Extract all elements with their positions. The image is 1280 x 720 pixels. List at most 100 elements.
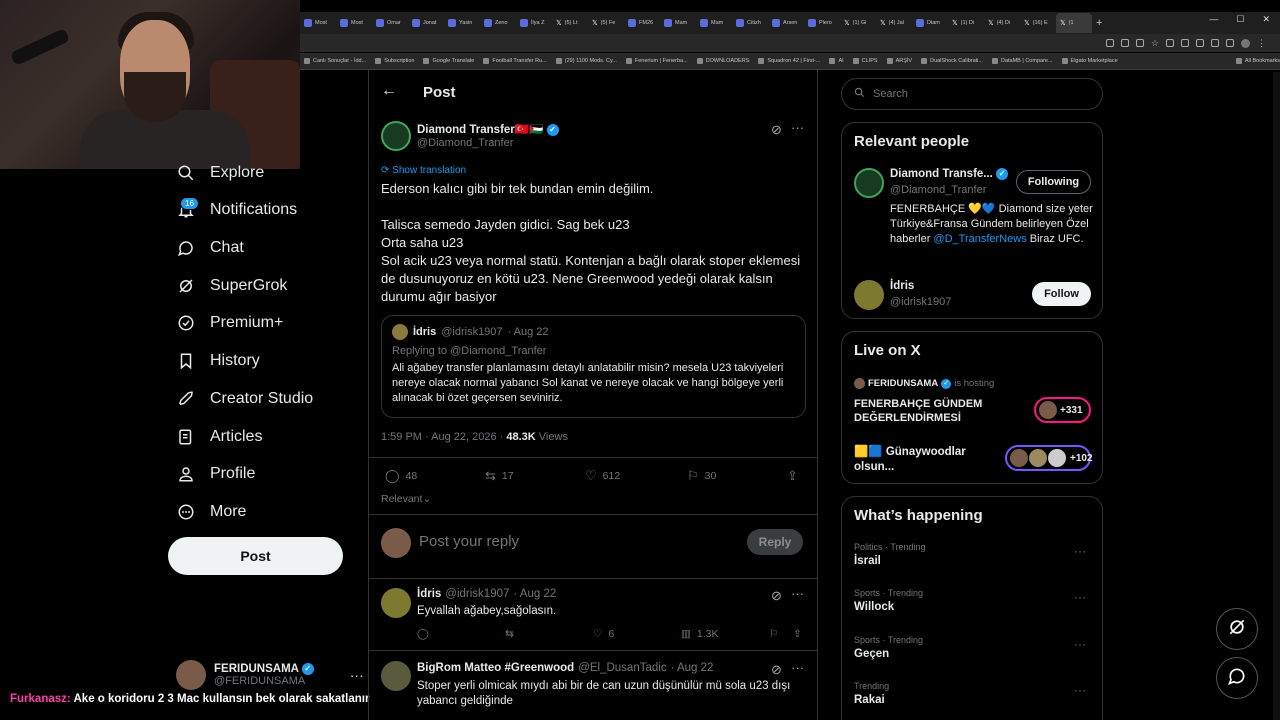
nav-creator-studio[interactable]: Creator Studio [176, 386, 313, 412]
author-handle[interactable]: @Diamond_Tranfer [417, 137, 513, 149]
nav-history[interactable]: History [176, 348, 260, 374]
live-title[interactable]: FENERBAHÇE GÜNDEM DEĞERLENDİRMESİ [854, 397, 1004, 425]
star-icon[interactable]: ☆ [1151, 38, 1159, 49]
author-name[interactable]: Diamond Transfer🇹🇷🇵🇸 [417, 124, 543, 136]
browser-tab[interactable]: Omar [372, 13, 408, 33]
browser-tab[interactable]: 𝕏 (1) Gi [840, 13, 876, 33]
live-title[interactable]: 🟨🟦 Günaywoodlar olsun... [854, 445, 994, 475]
bookmark-item[interactable]: DataMB | Compare... [991, 58, 1053, 64]
more-dots-icon[interactable]: ··· [1074, 590, 1086, 604]
like-action[interactable]: ♡ 612 [585, 468, 620, 484]
browser-tab[interactable]: Plero [804, 13, 840, 33]
browser-tab[interactable]: 𝕏 (4) Jal [876, 13, 912, 33]
quoted-post[interactable]: İdris @idrisk1907 · Aug 22 Replying to @… [381, 315, 806, 418]
person-name[interactable]: İdris [890, 280, 914, 292]
browser-tab[interactable]: Diam [912, 13, 948, 33]
bookmark-item[interactable]: Canlı Sonuçlar - İdd... [304, 58, 366, 64]
browser-tab[interactable]: Most [300, 13, 336, 33]
puzzle-icon[interactable] [1211, 39, 1219, 47]
bookmark-item[interactable]: DOWNLOADERS [696, 58, 749, 64]
scrollbar[interactable] [1273, 72, 1280, 720]
browser-tab[interactable]: 𝕏 (1) Di [948, 13, 984, 33]
more-dots-icon[interactable]: ··· [1074, 544, 1086, 558]
browser-tab[interactable]: FM26 [624, 13, 660, 33]
menu-icon[interactable]: ⋮ [1257, 38, 1266, 49]
live-listeners[interactable]: +331 [1034, 397, 1091, 423]
share-action[interactable]: ⇪ [787, 468, 798, 484]
bookmark-item[interactable]: DualShock Calibrati... [921, 58, 983, 64]
maximize-icon[interactable]: ☐ [1236, 14, 1244, 25]
repost-action[interactable]: ⇆ [505, 628, 514, 640]
extension-icon[interactable] [1226, 39, 1234, 47]
nav-chat[interactable]: Chat [176, 235, 244, 261]
avatar[interactable] [381, 661, 411, 691]
post-button[interactable]: Post [168, 537, 343, 575]
show-translation-link[interactable]: ⟳ Show translation [381, 165, 466, 176]
browser-tab[interactable]: 𝕏 (4) Di [984, 13, 1020, 33]
messages-fab-button[interactable] [1216, 657, 1258, 699]
grok-icon[interactable]: ⊘ [771, 588, 782, 604]
browser-tab[interactable]: 𝕏 (1 [1056, 13, 1092, 33]
account-switcher[interactable]: FERIDUNSAMA ✓ @FERIDUNSAMA ··· [176, 660, 364, 690]
person-name[interactable]: Diamond Transfe... [890, 168, 993, 180]
back-arrow-icon[interactable]: ← [381, 82, 397, 100]
extension-icon[interactable] [1166, 39, 1174, 47]
browser-tab[interactable]: İlya Z [516, 13, 552, 33]
browser-tab[interactable]: Zeno [480, 13, 516, 33]
bookmark-item[interactable]: CLIPS [852, 58, 878, 64]
more-dots-icon[interactable]: ··· [791, 586, 804, 601]
grok-fab-button[interactable] [1216, 608, 1258, 650]
nav-articles[interactable]: Articles [176, 424, 262, 450]
close-window-icon[interactable]: ✕ [1262, 14, 1270, 25]
bookmark-item[interactable]: AI [829, 58, 844, 64]
browser-tab[interactable]: Most [336, 13, 372, 33]
trend-item[interactable]: Sports · Trending Willock ··· [854, 588, 1094, 613]
minimize-icon[interactable]: — [1209, 14, 1218, 25]
reply-button[interactable]: Reply [747, 529, 803, 555]
bookmark-item[interactable]: Elgato Marketplace [1061, 58, 1118, 64]
views-action[interactable]: ▥ 1.3K [681, 628, 719, 640]
browser-tab[interactable]: 𝕏 (5) Lt [552, 13, 588, 33]
nav-more[interactable]: More [176, 499, 246, 525]
profile-avatar-icon[interactable] [1241, 38, 1250, 48]
bookmark-action[interactable]: ⚐ [769, 628, 778, 640]
bookmark-item[interactable]: Squadron 42 | First-... [758, 58, 820, 64]
bookmark-item[interactable]: (29) 1100 Mods. Cy... [555, 58, 617, 64]
more-dots-icon[interactable]: ··· [350, 667, 364, 683]
grok-icon[interactable]: ⊘ [771, 122, 782, 138]
bookmark-item[interactable]: ARŞİV [886, 58, 912, 64]
reply-action[interactable]: ◯ [417, 628, 429, 640]
browser-tab[interactable]: Mam [696, 13, 732, 33]
live-host[interactable]: FERIDUNSAMA ✓ is hosting [854, 378, 994, 389]
trend-item[interactable]: Politics · Trending İsrail ··· [854, 542, 1094, 567]
bookmark-action[interactable]: ⚐ 30 [687, 468, 716, 484]
nav-profile[interactable]: Profile [176, 461, 255, 487]
search-input[interactable]: Search [841, 78, 1103, 110]
browser-tab[interactable]: Jonat [408, 13, 444, 33]
more-dots-icon[interactable]: ··· [1074, 683, 1086, 697]
reply-action[interactable]: ◯ 48 [385, 468, 417, 484]
more-dots-icon[interactable]: ··· [1074, 637, 1086, 651]
translate-icon[interactable] [1135, 39, 1144, 47]
following-button[interactable]: Following [1016, 170, 1091, 194]
bookmark-item[interactable]: Google Translate [423, 58, 474, 64]
browser-tab[interactable]: 𝕏 (16) E [1020, 13, 1056, 33]
nav-supergrok[interactable]: SuperGrok [176, 273, 287, 299]
new-tab-icon[interactable]: + [1092, 13, 1106, 33]
nav-explore[interactable]: Explore [176, 160, 264, 186]
share-action[interactable]: ⇪ [793, 628, 802, 640]
sort-dropdown[interactable]: Relevant⌄ [381, 493, 431, 505]
avatar[interactable] [381, 588, 411, 618]
browser-tab[interactable]: Citizh [732, 13, 768, 33]
follow-button[interactable]: Follow [1032, 282, 1091, 306]
bookmark-item[interactable]: Football Transfer Ru... [483, 58, 547, 64]
more-dots-icon[interactable]: ··· [791, 120, 804, 135]
reply-input[interactable]: Post your reply [419, 533, 519, 550]
browser-tab[interactable]: Arsen [768, 13, 804, 33]
more-dots-icon[interactable]: ··· [791, 660, 804, 675]
extension-icon[interactable] [1181, 39, 1189, 47]
trend-item[interactable]: Trending Rakai ··· [854, 681, 1094, 706]
author-avatar[interactable] [381, 121, 411, 151]
live-listeners[interactable]: +102 [1005, 445, 1093, 471]
avatar[interactable] [854, 168, 884, 198]
